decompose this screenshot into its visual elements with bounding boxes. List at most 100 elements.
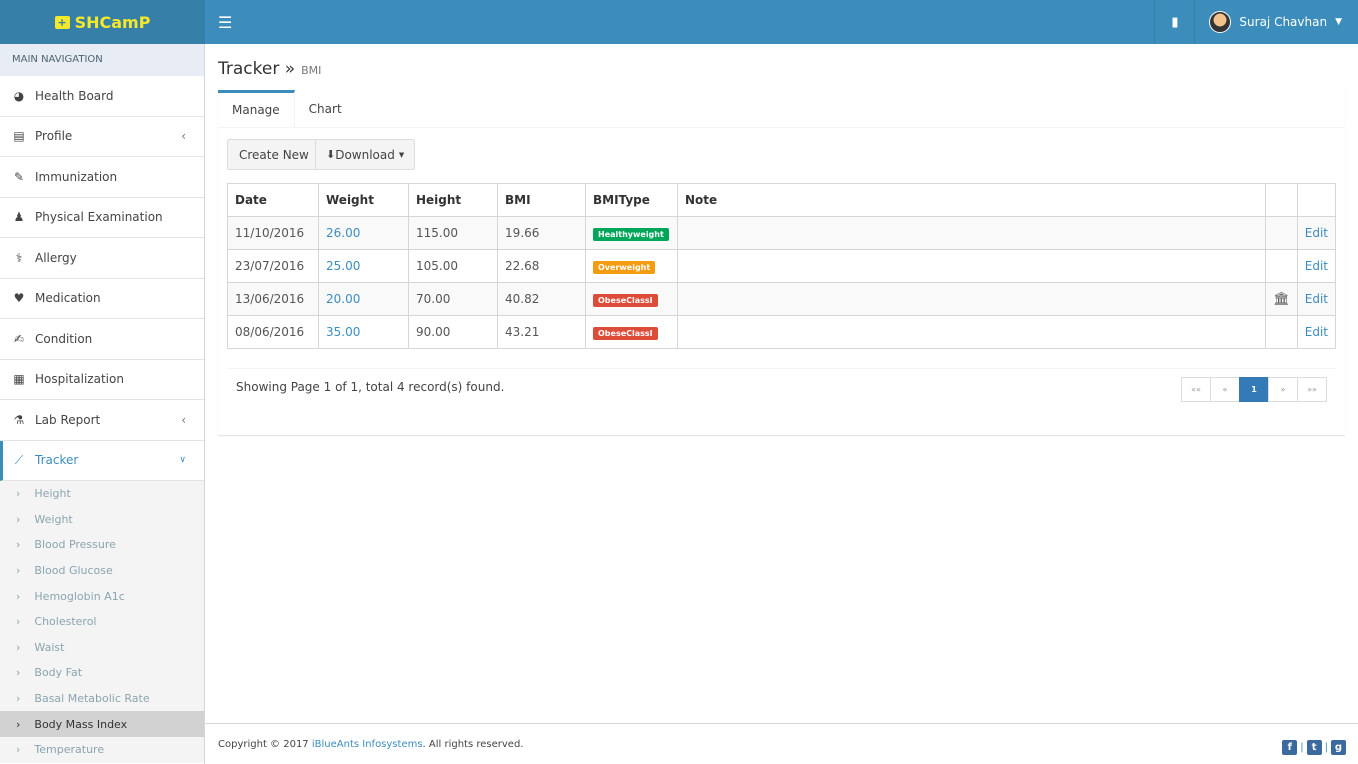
bmi-type-badge: ObeseClassI (593, 326, 658, 340)
col-bmitype[interactable]: BMIType (585, 183, 678, 217)
submenu-item-basal-metabolic-rate[interactable]: › Basal Metabolic Rate (0, 686, 204, 712)
heartbeat-icon: ♥ (13, 291, 25, 306)
sidebar-item-profile[interactable]: ▤ Profile ‹ (0, 117, 204, 157)
col-action (1296, 183, 1337, 217)
sidebar-item-condition[interactable]: ✍ Condition (0, 319, 204, 360)
submenu-item-hemoglobin-a1c[interactable]: › Hemoglobin A1c (0, 583, 204, 609)
sidebar-item-label: Physical Examination (35, 210, 163, 225)
sidebar-item-label: Lab Report (35, 412, 101, 427)
chevron-down-icon: ∨ (179, 455, 186, 466)
submenu-item-temperature[interactable]: › Temperature (0, 737, 204, 763)
tab-chart[interactable]: Chart (295, 90, 356, 127)
col-date[interactable]: Date (227, 183, 319, 217)
download-button[interactable]: ⬇ Download ▼ (315, 139, 416, 170)
edit-link[interactable]: Edit (1305, 292, 1328, 306)
file-icon: ▤ (13, 129, 25, 144)
user-menu[interactable]: Suraj Chavhan ▼ (1194, 0, 1358, 44)
flask-icon: ⚗ (13, 412, 25, 427)
edit-link[interactable]: Edit (1305, 226, 1328, 240)
cell-date: 23/07/2016 (227, 249, 319, 283)
col-weight[interactable]: Weight (318, 183, 409, 217)
chevron-right-icon: › (16, 692, 21, 706)
chevron-right-icon: › (16, 615, 21, 629)
submenu-label: Weight (34, 512, 73, 526)
submenu-item-blood-pressure[interactable]: › Blood Pressure (0, 532, 204, 558)
last-page-button[interactable]: »» (1297, 377, 1327, 402)
col-note[interactable]: Note (676, 183, 1267, 217)
logo-text: SHCamP (74, 12, 151, 32)
facebook-icon[interactable]: f (1282, 740, 1298, 755)
create-new-button[interactable]: Create New (227, 139, 321, 170)
sidebar-item-medication[interactable]: ♥ Medication (0, 279, 204, 319)
tracker-panel: Manage Chart Create New ⬇ Download ▼ Date … (218, 90, 1345, 435)
cell-height: 105.00 (408, 249, 498, 283)
page-title: Tracker » BMI (218, 59, 321, 79)
sidebar-item-physical-examination[interactable]: ♟ Physical Examination (0, 198, 204, 238)
menu-toggle-icon[interactable]: ☰ (218, 13, 232, 32)
cell-weight[interactable]: 20.00 (318, 282, 409, 316)
sidebar-item-allergy[interactable]: ⚕ Allergy (0, 238, 204, 279)
footer: Copyright © 2017 iBlueAnts Infosystems. … (205, 723, 1358, 764)
cell-date: 11/10/2016 (227, 216, 319, 250)
cell-weight[interactable]: 25.00 (318, 249, 409, 283)
sidebar-item-immunization[interactable]: ✎ Immunization (0, 157, 204, 198)
sidebar-item-tracker[interactable]: ⟋ Tracker ∨ (0, 440, 204, 481)
chevron-left-icon: ‹ (181, 129, 186, 144)
google-plus-icon[interactable]: g (1331, 740, 1346, 755)
submenu-item-blood-glucose[interactable]: › Blood Glucose (0, 558, 204, 584)
col-bmi[interactable]: BMI (497, 183, 586, 217)
book-icon[interactable]: ▮ (1154, 0, 1194, 44)
download-label: Download (335, 147, 395, 162)
cell-date: 08/06/2016 (227, 315, 319, 349)
cell-weight[interactable]: 35.00 (318, 315, 409, 349)
sidebar-item-hospitalization[interactable]: ▦ Hospitalization (0, 360, 204, 400)
submenu-item-height[interactable]: › Height (0, 481, 204, 507)
edit-link[interactable]: Edit (1305, 325, 1328, 339)
hospital-icon: ▦ (13, 372, 25, 387)
sidebar-item-label: Health Board (35, 88, 114, 103)
next-page-button[interactable]: » (1268, 377, 1298, 402)
submenu-label: Body Fat (34, 666, 83, 680)
sidebar-item-label: Tracker (35, 453, 79, 468)
submenu-label: Blood Pressure (34, 538, 116, 552)
cell-icon (1265, 249, 1298, 283)
submenu-item-cholesterol[interactable]: › Cholesterol (0, 609, 204, 635)
dashboard-icon: ◕ (13, 88, 25, 103)
sidebar-item-lab-report[interactable]: ⚗ Lab Report ‹ (0, 400, 204, 441)
cell-note (676, 315, 1267, 349)
table-row: 11/10/2016 26.00 115.00 19.66 Healthywei… (227, 216, 1337, 250)
user-md-icon: ♟ (13, 210, 25, 225)
twitter-icon[interactable]: t (1306, 740, 1322, 755)
submenu-label: Body Mass Index (34, 717, 128, 731)
sidebar: MAIN NAVIGATION ◕ Health Board ▤ Profile ‹ ✎ I… (0, 44, 205, 764)
submenu-item-body-mass-index[interactable]: › Body Mass Index (0, 711, 204, 737)
logo[interactable]: + SHCamP (0, 0, 205, 44)
cell-bmitype: ObeseClassI (585, 315, 678, 349)
bmi-type-badge: Healthyweight (593, 227, 669, 241)
company-link[interactable]: iBlueAnts Infosystems (312, 739, 423, 750)
bank-icon[interactable]: 🏛 (1273, 292, 1290, 307)
sidebar-item-health-board[interactable]: ◕ Health Board (0, 76, 204, 117)
page-1-button[interactable]: 1 (1239, 377, 1269, 402)
user-name: Suraj Chavhan (1239, 15, 1328, 29)
submenu-item-weight[interactable]: › Weight (0, 507, 204, 533)
prev-page-button[interactable]: « (1210, 377, 1240, 402)
cell-weight[interactable]: 26.00 (318, 216, 409, 250)
first-page-button[interactable]: «« (1181, 377, 1211, 402)
col-height[interactable]: Height (408, 183, 498, 217)
edit-icon: ✍ (13, 331, 25, 346)
syringe-icon: ✎ (13, 169, 25, 184)
top-navbar: + SHCamP ☰ ▮ Suraj Chavhan ▼ (0, 0, 1358, 44)
cell-icon: 🏛 (1265, 282, 1298, 316)
tab-manage[interactable]: Manage (218, 90, 295, 127)
chevron-right-icon: › (16, 717, 21, 731)
edit-link[interactable]: Edit (1305, 259, 1328, 273)
title-separator: » (284, 59, 296, 79)
submenu-item-body-fat[interactable]: › Body Fat (0, 660, 204, 686)
pagination: «« «1»»» (1181, 377, 1327, 402)
chevron-right-icon: › (16, 487, 21, 501)
cell-note (676, 216, 1267, 250)
allergy-icon: ⚕ (15, 250, 23, 265)
bmi-type-badge: ObeseClassI (593, 293, 658, 307)
submenu-item-waist[interactable]: › Waist (0, 635, 204, 661)
